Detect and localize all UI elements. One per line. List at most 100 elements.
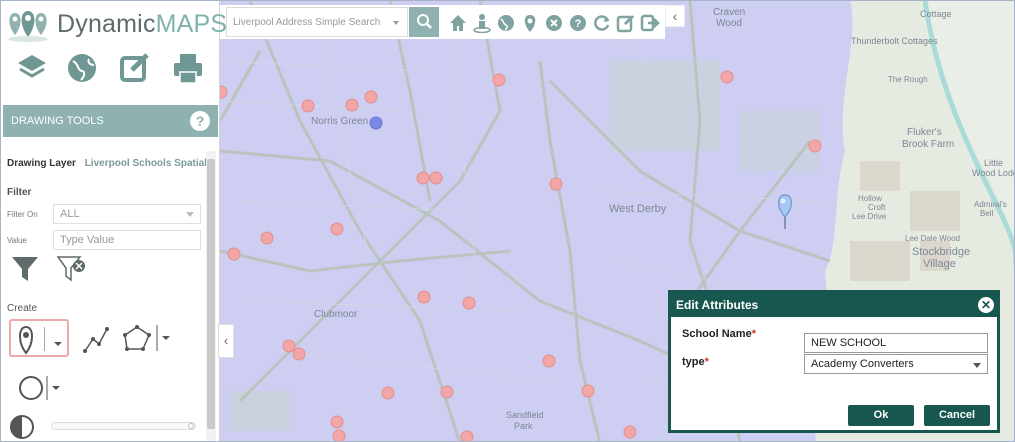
left-panel: DynamicMAPS DRAWING TOOLS ? Drawing Laye… <box>1 1 227 441</box>
clear-icon[interactable] <box>544 13 564 33</box>
dialog-title: Edit Attributes <box>676 298 759 312</box>
svg-text:West Derby: West Derby <box>609 203 667 215</box>
globe-icon[interactable] <box>496 13 516 33</box>
filter-on-label: Filter On <box>7 210 38 219</box>
school-marker <box>416 171 430 185</box>
app-window: Dam Wood Craven Wood Cottage Thunderbolt… <box>0 0 1015 442</box>
type-value: Academy Converters <box>811 358 914 370</box>
value-input[interactable]: Type Value <box>53 230 201 250</box>
svg-text:Village: Village <box>923 258 956 270</box>
cancel-button[interactable]: Cancel <box>924 405 990 426</box>
school-marker <box>330 222 344 236</box>
school-marker <box>581 384 595 398</box>
polygon-options-chevron-icon[interactable] <box>155 323 173 358</box>
value-label: Value <box>7 236 27 245</box>
edit-icon[interactable] <box>616 13 636 33</box>
school-marker <box>330 415 344 429</box>
svg-text:Stockbridge: Stockbridge <box>912 246 970 258</box>
svg-text:Lee Dale Wood: Lee Dale Wood <box>905 234 960 243</box>
drawing-layer-value[interactable]: Liverpool Schools Spatial <box>85 158 207 169</box>
polyline-tool-icon[interactable] <box>81 323 111 360</box>
opacity-slider[interactable] <box>51 422 196 430</box>
school-name-field[interactable]: NEW SCHOOL <box>804 333 988 353</box>
print-icon[interactable] <box>171 51 205 85</box>
school-marker <box>282 339 296 353</box>
type-select[interactable]: Academy Converters <box>804 354 988 374</box>
map-pin-icon[interactable] <box>520 13 540 33</box>
address-search-select[interactable]: Liverpool Address Simple Search <box>226 7 408 37</box>
chevron-down-icon[interactable] <box>53 335 63 353</box>
close-icon[interactable]: ✕ <box>978 297 994 313</box>
svg-text:?: ? <box>575 18 582 30</box>
filter-on-select[interactable]: ALL <box>53 204 201 224</box>
school-marker <box>332 429 346 441</box>
collapse-toolbar-button[interactable]: ‹ <box>665 5 685 27</box>
school-marker <box>381 386 395 400</box>
svg-text:Norris Green: Norris Green <box>311 116 368 127</box>
logo-pins-icon <box>8 11 48 42</box>
layers-icon[interactable] <box>15 51 49 85</box>
search-icon <box>417 14 432 29</box>
chevron-down-icon <box>393 21 399 25</box>
svg-text:The Rough: The Rough <box>888 75 928 84</box>
globe-icon[interactable] <box>65 51 99 85</box>
help-icon[interactable]: ? <box>190 111 210 131</box>
map-pin-icon[interactable] <box>15 323 46 360</box>
refresh-icon[interactable] <box>592 13 612 33</box>
app-logo: DynamicMAPS <box>5 5 227 43</box>
svg-text:Craven: Craven <box>713 7 745 18</box>
clear-filter-icon[interactable] <box>56 255 88 288</box>
school-marker <box>720 70 734 84</box>
filter-icon[interactable] <box>10 255 40 288</box>
school-marker <box>364 90 378 104</box>
street-view-icon[interactable] <box>472 13 492 34</box>
chevron-down-icon <box>973 363 981 368</box>
required-marker: * <box>751 328 756 340</box>
school-marker <box>292 347 306 361</box>
svg-text:Thunderbolt Cottages: Thunderbolt Cottages <box>851 36 938 46</box>
type-label: type* <box>682 356 709 368</box>
school-marker <box>623 425 637 439</box>
polygon-tool-icon[interactable] <box>121 323 153 360</box>
school-marker <box>429 171 443 185</box>
chevron-down-icon <box>186 212 194 217</box>
filter-title: Filter <box>7 187 32 198</box>
svg-text:Fluker's: Fluker's <box>907 127 942 138</box>
create-label: Create <box>7 303 38 314</box>
drawing-tools-header: DRAWING TOOLS ? <box>3 105 218 137</box>
help-icon[interactable]: ? <box>568 13 588 33</box>
required-marker: * <box>704 356 709 368</box>
svg-text:Little: Little <box>984 158 1003 168</box>
school-marker <box>345 98 359 112</box>
slider-handle[interactable] <box>188 423 194 429</box>
value-placeholder: Type Value <box>60 234 115 246</box>
ok-button[interactable]: Ok <box>848 405 914 426</box>
svg-text:Brook Farm: Brook Farm <box>902 139 954 150</box>
svg-text:Cottage: Cottage <box>920 9 952 19</box>
dialog-header: Edit Attributes ✕ <box>671 293 997 317</box>
svg-text:Croft: Croft <box>868 203 886 212</box>
school-marker <box>220 85 228 99</box>
drawing-layer-label: Drawing Layer <box>7 158 76 169</box>
edit-attributes-dialog: Edit Attributes ✕ School Name* NEW SCHOO… <box>668 290 1000 433</box>
svg-text:Sandfield: Sandfield <box>506 410 544 420</box>
svg-text:Lee Drive: Lee Drive <box>852 212 887 221</box>
logout-icon[interactable] <box>640 13 660 33</box>
search-button[interactable] <box>409 7 439 37</box>
home-icon[interactable] <box>448 13 468 33</box>
school-marker <box>460 430 474 441</box>
svg-text:Clubmoor: Clubmoor <box>314 309 358 320</box>
selected-school-marker <box>369 116 383 130</box>
edit-icon[interactable] <box>118 51 152 85</box>
school-marker <box>492 73 506 87</box>
collapse-panel-button[interactable]: ‹ <box>218 324 234 358</box>
school-marker <box>440 385 454 399</box>
school-marker <box>260 231 274 245</box>
drawing-layer-row: Drawing Layer Liverpool Schools Spatial <box>7 158 207 169</box>
scrollbar-thumb[interactable] <box>207 159 215 429</box>
circle-tool-icon[interactable] <box>17 373 67 408</box>
svg-text:Bell: Bell <box>980 209 994 218</box>
panel-scrollbar[interactable] <box>206 151 216 441</box>
top-toolbar: Liverpool Address Simple Search ? <box>220 5 665 39</box>
filter-on-value: ALL <box>60 208 80 220</box>
